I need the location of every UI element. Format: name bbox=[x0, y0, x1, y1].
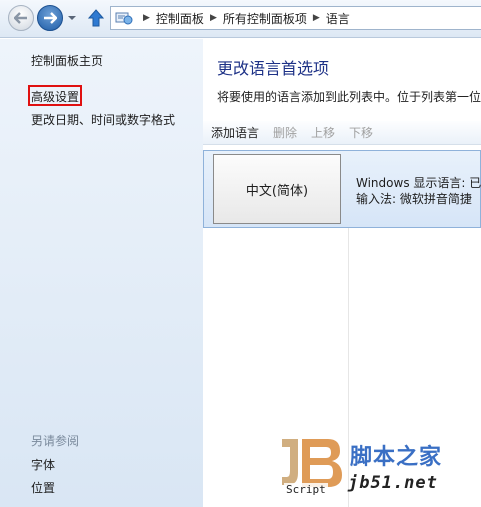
left-navigation-pane: 控制面板主页 高级设置 更改日期、时间或数字格式 另请参阅 字体 位置 bbox=[0, 39, 203, 507]
fonts-link[interactable]: 字体 bbox=[31, 456, 55, 473]
address-field[interactable]: ▶ 控制面板 ▶ 所有控制面板项 ▶ 语言 bbox=[110, 6, 481, 30]
breadcrumb-separator-icon[interactable]: ▶ bbox=[210, 13, 217, 23]
breadcrumb-separator-icon[interactable]: ▶ bbox=[143, 13, 150, 23]
watermark-site-name: 脚本之家 bbox=[350, 445, 443, 470]
move-down-button[interactable]: 下移 bbox=[349, 124, 373, 141]
language-list-toolbar: 添加语言 删除 上移 下移 bbox=[203, 121, 481, 145]
change-date-time-link[interactable]: 更改日期、时间或数字格式 bbox=[31, 111, 175, 128]
watermark: Script 脚本之家 jb51.net bbox=[278, 433, 481, 505]
watermark-script-label: Script bbox=[284, 483, 328, 496]
back-arrow-icon bbox=[14, 12, 27, 24]
remove-language-button[interactable]: 删除 bbox=[273, 124, 297, 141]
move-up-button[interactable]: 上移 bbox=[311, 124, 335, 141]
breadcrumb-language[interactable]: 语言 bbox=[326, 10, 350, 27]
see-also-heading: 另请参阅 bbox=[31, 434, 80, 448]
control-panel-icon bbox=[115, 12, 133, 25]
advanced-settings-link[interactable]: 高级设置 bbox=[31, 88, 79, 105]
back-button[interactable] bbox=[8, 5, 34, 31]
recent-pages-dropdown-icon[interactable] bbox=[66, 12, 78, 24]
breadcrumb-control-panel[interactable]: 控制面板 bbox=[156, 10, 204, 27]
address-toolbar: ▶ 控制面板 ▶ 所有控制面板项 ▶ 语言 bbox=[0, 0, 481, 38]
location-link[interactable]: 位置 bbox=[31, 479, 55, 496]
add-language-button[interactable]: 添加语言 bbox=[211, 124, 259, 141]
language-list-item[interactable]: 中文(简体) Windows 显示语言: 已启 输入法: 微软拼音简捷 bbox=[203, 150, 481, 228]
language-details: Windows 显示语言: 已启 输入法: 微软拼音简捷 bbox=[356, 175, 481, 207]
breadcrumb-separator-icon[interactable]: ▶ bbox=[313, 13, 320, 23]
up-arrow-icon[interactable] bbox=[86, 8, 106, 28]
control-panel-home-link[interactable]: 控制面板主页 bbox=[31, 52, 103, 69]
watermark-url: jb51.net bbox=[348, 473, 438, 493]
language-tile[interactable]: 中文(简体) bbox=[213, 154, 341, 224]
page-description: 将要使用的语言添加到此列表中。位于列表第一位 bbox=[217, 90, 481, 104]
display-language-status: Windows 显示语言: 已启 bbox=[356, 176, 481, 190]
forward-arrow-icon bbox=[44, 12, 57, 24]
forward-button[interactable] bbox=[37, 5, 63, 31]
input-method-status: 输入法: 微软拼音简捷 bbox=[356, 192, 472, 206]
breadcrumb-all-items[interactable]: 所有控制面板项 bbox=[223, 10, 307, 27]
page-title: 更改语言首选项 bbox=[217, 59, 330, 78]
